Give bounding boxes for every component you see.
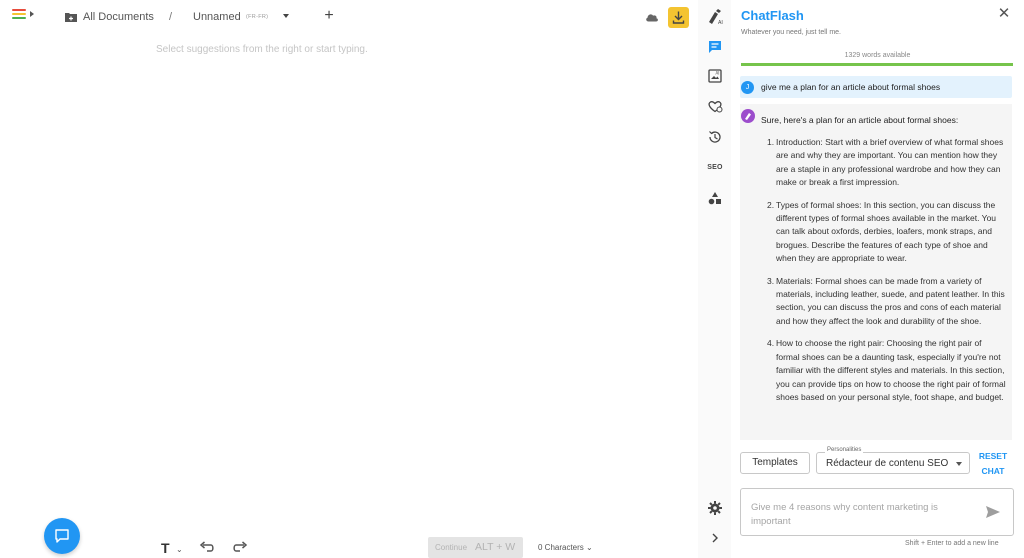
user-message: J give me a plan for an article about fo… xyxy=(740,76,1012,98)
user-avatar: J xyxy=(741,81,754,94)
list-item-text: Materials: Formal shoes can be made from… xyxy=(776,275,1005,326)
breadcrumb-document-name[interactable]: Unnamed xyxy=(193,11,241,23)
chat-fab-button[interactable] xyxy=(44,518,80,554)
list-item: 3. Materials: Formal shoes can be made fr… xyxy=(767,275,1006,329)
shapes-icon[interactable] xyxy=(706,189,724,207)
bot-message-list: 1. Introduction: Start with a brief overv… xyxy=(767,136,1006,413)
list-item: 2. Types of formal shoes: In this section… xyxy=(767,199,1006,266)
continue-button[interactable]: Continue ALT + W xyxy=(428,537,523,558)
seo-icon[interactable]: SEO xyxy=(706,158,724,176)
chat-input-placeholder: Give me 4 reasons why content marketing … xyxy=(751,502,938,527)
document-language: (FR-FR) xyxy=(246,14,269,20)
reset-chat-button[interactable]: RESET CHAT xyxy=(978,449,1008,479)
chat-panel: ChatFlash Whatever you need, just tell m… xyxy=(731,0,1024,558)
breadcrumb-separator: / xyxy=(169,11,173,23)
list-item-text: How to choose the right pair: Choosing t… xyxy=(776,338,1006,402)
settings-icon[interactable] xyxy=(706,499,724,517)
svg-text:AI: AI xyxy=(716,71,720,76)
heart-ai-icon[interactable] xyxy=(706,97,724,115)
personalities-label: Personalities xyxy=(825,447,864,453)
chat-input[interactable]: Give me 4 reasons why content marketing … xyxy=(740,488,1014,536)
download-button[interactable] xyxy=(668,7,689,28)
list-item-number: 1. xyxy=(767,137,775,147)
cloud-icon xyxy=(646,14,658,22)
personalities-select[interactable]: Personalities Rédacteur de contenu SEO xyxy=(816,447,970,474)
list-item-number: 4. xyxy=(767,338,775,349)
add-document-button[interactable]: + xyxy=(321,7,337,25)
words-progress-bar xyxy=(741,63,1013,66)
folder-icon[interactable] xyxy=(65,12,77,22)
chat-label: CHAT xyxy=(981,466,1005,476)
character-count: 0 Characters xyxy=(538,543,584,552)
text-style-button[interactable]: T xyxy=(161,540,170,556)
bot-avatar-icon xyxy=(741,109,755,123)
chevron-down-icon[interactable] xyxy=(283,14,289,18)
chat-icon[interactable] xyxy=(706,38,724,56)
character-count-dropdown[interactable]: 0 Characters ⌄ xyxy=(538,543,593,552)
list-item-number: 3. xyxy=(767,275,775,286)
redo-icon[interactable] xyxy=(232,541,248,553)
svg-text:AI: AI xyxy=(718,20,723,26)
list-item: 4. How to choose the right pair: Choosing… xyxy=(767,337,1006,404)
panel-subtitle: Whatever you need, just tell me. xyxy=(741,29,841,36)
input-hint: Shift + Enter to add a new line xyxy=(905,540,999,547)
bot-message-intro: Sure, here's a plan for an article about… xyxy=(761,115,959,125)
personality-value: Rédacteur de contenu SEO xyxy=(826,458,949,469)
ai-pen-icon[interactable]: AI xyxy=(706,8,724,26)
reset-label: RESET xyxy=(978,451,1008,461)
continue-shortcut: ALT + W xyxy=(475,541,516,553)
side-rail: AI AI SEO xyxy=(698,0,731,558)
close-button[interactable]: ✕ xyxy=(997,6,1011,22)
list-item-text: Types of formal shoes: In this section, … xyxy=(776,199,997,264)
list-item-text: Introduction: Start with a brief overvie… xyxy=(776,137,1004,188)
undo-icon[interactable] xyxy=(199,541,215,553)
words-available: 1329 words available xyxy=(844,52,911,59)
chevron-right-icon[interactable] xyxy=(706,529,724,547)
editor-placeholder[interactable]: Select suggestions from the right or sta… xyxy=(156,44,368,55)
bot-message: Sure, here's a plan for an article about… xyxy=(740,104,1012,440)
logo-bar-green xyxy=(12,17,26,19)
send-icon[interactable] xyxy=(985,505,1001,519)
words-progress-fill xyxy=(741,63,1013,66)
image-ai-icon[interactable]: AI xyxy=(706,67,724,85)
app-root: All Documents / Unnamed (FR-FR) + Select… xyxy=(0,0,1024,558)
chat-bubble-icon xyxy=(55,529,69,543)
user-message-text: give me a plan for an article about form… xyxy=(761,82,941,92)
menu-logo-icon[interactable] xyxy=(12,9,36,21)
history-icon[interactable] xyxy=(706,128,724,146)
logo-bar-yellow xyxy=(12,13,26,15)
text-style-chevron-icon[interactable]: ⌄ xyxy=(176,545,183,554)
list-item: 1. Introduction: Start with a brief overv… xyxy=(767,136,1006,190)
logo-bar-red xyxy=(12,9,26,11)
breadcrumb-all-documents[interactable]: All Documents xyxy=(83,11,154,23)
top-bar: All Documents / Unnamed (FR-FR) + xyxy=(0,0,698,36)
list-item-number: 2. xyxy=(767,199,775,210)
continue-label: Continue xyxy=(435,543,468,552)
templates-button[interactable]: Templates xyxy=(740,452,810,474)
chevron-down-icon xyxy=(956,462,962,466)
logo-arrow-icon xyxy=(30,11,34,17)
download-icon xyxy=(672,11,685,24)
panel-title: ChatFlash xyxy=(741,8,804,23)
